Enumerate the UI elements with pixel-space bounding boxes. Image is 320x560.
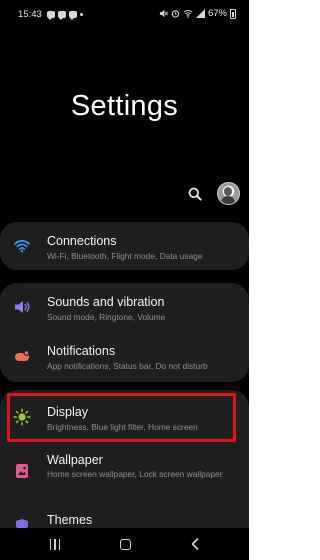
settings-item-wallpaper[interactable]: Wallpaper Home screen wallpaper, Lock sc… [0,445,249,505]
wallpaper-subtitle: Home screen wallpaper, Lock screen wallp… [47,469,223,479]
dot-icon [79,13,83,16]
mute-icon [159,9,168,18]
settings-item-notifications[interactable]: Notifications App notifications, Status … [0,333,249,381]
chat-icon [68,11,77,20]
recent-apps-bars [49,538,61,550]
message-icon [46,11,55,20]
status-bar: 15:43 67% [0,0,249,26]
themes-title: Themes [47,513,93,527]
display-title: Display [47,405,88,419]
avatar-body [221,196,235,204]
wifi-icon [13,237,31,255]
image-icon [13,462,31,480]
recent-apps-icon[interactable] [45,536,65,552]
status-left: 15:43 [18,9,83,20]
connections-title: Connections [47,234,117,248]
sounds-subtitle: Sound mode, Ringtone, Volume [47,312,166,322]
chat-icon [57,11,66,20]
wifi-icon [183,10,193,18]
status-time: 15:43 [18,9,42,20]
connections-subtitle: Wi-Fi, Bluetooth, Flight mode, Data usag… [47,251,203,261]
wallpaper-title: Wallpaper [47,453,103,467]
alarm-icon [171,10,180,18]
status-right: 67% [159,8,236,19]
notifications-subtitle: App notifications, Status bar, Do not di… [47,361,208,371]
home-shape [119,538,131,550]
phone-screen: 15:43 67% Settings Connections Wi-Fi, Bl… [0,0,249,560]
settings-item-display[interactable]: Display Brightness, Blue light filter, H… [0,393,249,443]
home-icon[interactable] [115,536,135,552]
search-icon[interactable] [188,187,202,201]
notifications-title: Notifications [47,344,116,358]
avatar-head [224,187,232,196]
back-icon[interactable] [185,536,205,552]
settings-item-connections[interactable]: Connections Wi-Fi, Bluetooth, Flight mod… [0,222,249,270]
signal-icon [195,9,205,18]
sun-icon [13,408,31,426]
speaker-icon [13,298,31,316]
avatar[interactable] [217,182,240,205]
notification-icon [13,348,31,366]
navigation-bar [0,528,249,560]
display-subtitle: Brightness, Blue light filter, Home scre… [47,422,198,432]
settings-item-sounds-and-vibration[interactable]: Sounds and vibration Sound mode, Rington… [0,283,249,331]
sounds-title: Sounds and vibration [47,295,165,309]
page-title: Settings [70,90,179,122]
battery-icon [230,8,236,19]
battery-percent: 67% [207,8,227,19]
